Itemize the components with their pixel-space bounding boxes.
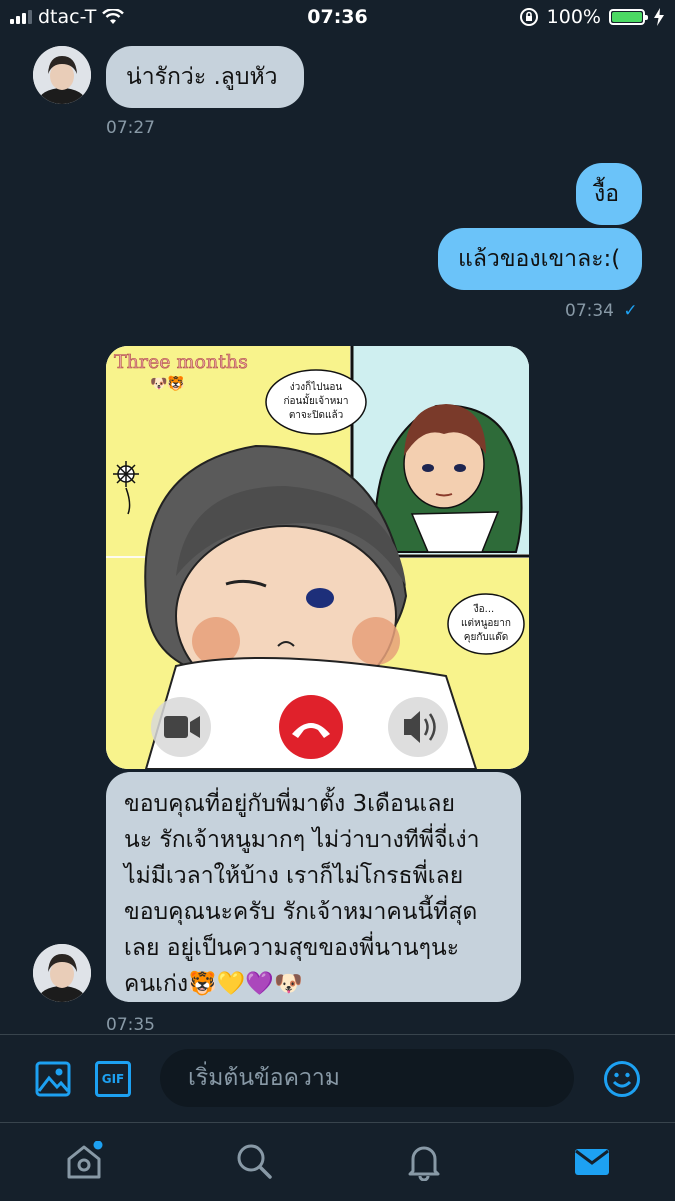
avatar[interactable]: [33, 944, 91, 1002]
message-text: แล้วของเขาละ:(: [458, 246, 621, 272]
message-bubble-outgoing[interactable]: งื้อ: [576, 163, 642, 225]
charging-bolt-icon: [654, 8, 664, 26]
message-bubble-incoming[interactable]: ขอบคุณที่อยู่กับพี่มาตั้ง 3เดือนเลย นะ ร…: [106, 772, 521, 1002]
search-icon[interactable]: [234, 1141, 274, 1181]
image-icon[interactable]: [35, 1061, 71, 1097]
message-timestamp: 07:34 ✓: [565, 301, 638, 321]
message-bubble-outgoing[interactable]: แล้วของเขาละ:(: [438, 228, 642, 290]
message-timestamp: 07:27: [106, 118, 155, 138]
comic-title: Three months: [114, 351, 248, 373]
home-icon[interactable]: [64, 1141, 104, 1181]
message-image[interactable]: Three months 🐶🐯 ง่วงก็ไปนอนก่อนมั้ยเจ้าห…: [106, 346, 529, 769]
message-line: ขอบคุณนะครับ รักเจ้าหมาคนนี้ที่สุด: [124, 899, 478, 925]
message-line: ไม่มีเวลาให้บ้าง เราก็ไม่โกรธพี่เลย: [124, 863, 464, 889]
message-text-lines: ขอบคุณที่อยู่กับพี่มาตั้ง 3เดือนเลย นะ ร…: [124, 786, 519, 1002]
tab-bar: [0, 1122, 675, 1201]
message-line: ขอบคุณที่อยู่กับพี่มาตั้ง 3เดือนเลย: [124, 791, 455, 817]
read-check-icon: ✓: [623, 301, 638, 321]
emoji-icon[interactable]: [603, 1060, 641, 1098]
message-line: คนเก่ง🐯💛💜🐶: [124, 971, 303, 997]
speaker-icon: [388, 697, 448, 757]
message-bubble-incoming[interactable]: น่ารักว่ะ .ลูบหัว: [106, 46, 304, 108]
hang-up-icon: [279, 695, 343, 759]
message-text: งื้อ: [594, 181, 620, 207]
svg-text:🐶🐯: 🐶🐯: [150, 374, 185, 392]
message-line: เลย อยู่เป็นความสุขของพี่นานๆนะ: [124, 935, 460, 961]
bell-icon[interactable]: [404, 1141, 444, 1181]
message-text: น่ารักว่ะ .ลูบหัว: [126, 64, 278, 90]
comic-illustration: Three months 🐶🐯 ง่วงก็ไปนอนก่อนมั้ยเจ้าห…: [106, 346, 529, 769]
avatar[interactable]: [33, 46, 91, 104]
rotation-lock-icon: [519, 8, 538, 26]
message-input[interactable]: เริ่มต้นข้อความ: [160, 1049, 574, 1107]
message-timestamp: 07:35: [106, 1015, 155, 1035]
svg-text:ง่วงก็ไปนอนก่อนมั้ยเจ้าหมาตาจะ: ง่วงก็ไปนอนก่อนมั้ยเจ้าหมาตาจะปิดแล้ว: [283, 379, 348, 421]
status-bar: dtac-T 07:36 100%: [0, 0, 675, 36]
gif-label: GIF: [101, 1072, 125, 1086]
gif-button[interactable]: GIF: [95, 1061, 131, 1097]
message-line: นะ รักเจ้าหนูมากๆ ไม่ว่าบางทีพี่จี่เง่า: [124, 827, 480, 853]
video-call-icon: [151, 697, 211, 757]
compose-bar: GIF เริ่มต้นข้อความ: [0, 1034, 675, 1123]
battery-percent: 100%: [546, 6, 601, 28]
mail-icon[interactable]: [572, 1141, 612, 1181]
battery-icon: [609, 9, 648, 25]
timestamp-text: 07:34: [565, 301, 614, 321]
system-indicators: 100%: [519, 6, 665, 28]
